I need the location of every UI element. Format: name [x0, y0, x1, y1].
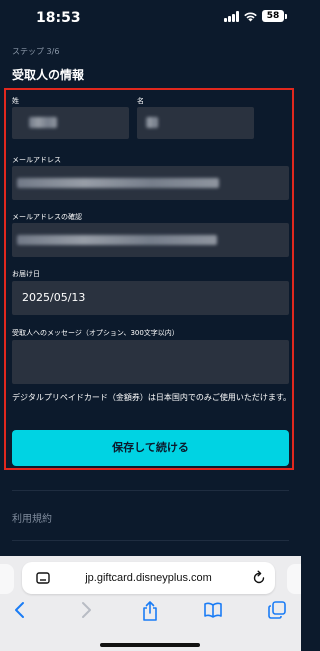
divider — [12, 490, 289, 491]
message-textarea[interactable] — [12, 340, 289, 384]
delivery-date-value: 2025/05/13 — [22, 291, 86, 304]
wifi-icon — [244, 11, 257, 21]
next-tab-edge[interactable] — [287, 564, 301, 594]
email-label: メールアドレス — [12, 156, 61, 164]
email-input[interactable] — [12, 166, 289, 200]
last-name-label: 姓 — [12, 97, 19, 105]
message-label: 受取人へのメッセージ（オプション、300文字以内） — [12, 329, 179, 337]
status-bar: 18:53 58 — [0, 0, 301, 38]
redacted-value — [17, 235, 217, 245]
status-icons: 58 — [224, 10, 287, 22]
step-indicator: ステップ 3/6 — [12, 47, 60, 56]
save-continue-button[interactable]: 保存して続ける — [12, 430, 289, 466]
highlight-box — [4, 88, 294, 470]
share-icon[interactable] — [141, 600, 159, 622]
divider — [12, 540, 289, 541]
forward-icon[interactable] — [78, 600, 94, 620]
battery-icon: 58 — [262, 10, 287, 22]
tabs-icon[interactable] — [267, 600, 287, 620]
first-name-input[interactable] — [137, 107, 254, 139]
back-icon[interactable] — [12, 600, 28, 620]
home-indicator — [100, 643, 200, 647]
usage-note: デジタルプリペイドカード（金額券）は日本国内でのみご使用いただけます。 — [12, 393, 292, 402]
first-name-label: 名 — [137, 97, 144, 105]
redacted-value — [29, 117, 57, 128]
email-confirm-input[interactable] — [12, 223, 289, 257]
section-title: 受取人の情報 — [12, 68, 85, 82]
cellular-signal-icon — [224, 10, 239, 22]
previous-tab-edge[interactable] — [0, 564, 14, 594]
address-bar[interactable]: jp.giftcard.disneyplus.com — [22, 562, 275, 594]
terms-link[interactable]: 利用規約 — [12, 510, 52, 525]
email-confirm-label: メールアドレスの確認 — [12, 213, 82, 221]
browser-chrome: jp.giftcard.disneyplus.com — [0, 556, 301, 651]
redacted-value — [146, 117, 158, 128]
status-time: 18:53 — [36, 10, 81, 26]
battery-level: 58 — [262, 10, 284, 22]
url-text: jp.giftcard.disneyplus.com — [85, 572, 212, 584]
reload-icon[interactable] — [252, 570, 266, 585]
delivery-date-label: お届け日 — [12, 270, 40, 278]
delivery-date-input[interactable]: 2025/05/13 — [12, 281, 289, 315]
browser-toolbar — [0, 600, 301, 630]
redacted-value — [17, 178, 219, 188]
bookmarks-icon[interactable] — [203, 600, 223, 620]
last-name-input[interactable] — [12, 107, 129, 139]
